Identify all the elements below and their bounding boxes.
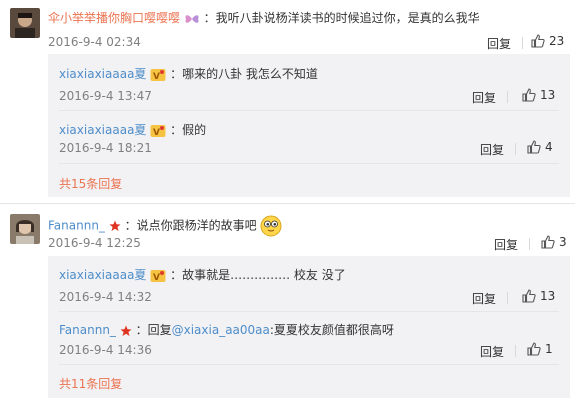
comment-username[interactable]: 伞小举举播你胸口嘤嘤嘤 (48, 11, 180, 25)
reply-text: ：假的 (170, 123, 207, 137)
divider (59, 163, 559, 164)
comment-username[interactable]: Fanannn_ (48, 219, 105, 233)
thumbs-up-icon (527, 342, 541, 356)
red-star-icon (120, 325, 132, 336)
like-count: 23 (549, 34, 565, 48)
thumbs-up-icon (522, 289, 536, 303)
like-button[interactable]: 1 (527, 342, 553, 356)
reply-button[interactable]: 回复 (487, 35, 511, 52)
divider (507, 91, 508, 103)
red-star-icon (109, 220, 121, 231)
svg-text:V: V (153, 273, 160, 283)
reply-username[interactable]: xiaxiaxiaaaa夏 (59, 123, 146, 137)
list-item: Fanannn_ ：回复@xiaxia_aa00aa:夏夏校友颜值都很高呀 (59, 321, 394, 338)
vip-badge-icon: V (150, 124, 166, 138)
reply-username[interactable]: xiaxiaxiaaaa夏 (59, 67, 146, 81)
comment-text: ：我听八卦说杨洋读书的时候追过你，是真的么我华 (203, 11, 480, 25)
butterfly-icon (185, 14, 199, 23)
like-button[interactable]: 13 (522, 88, 555, 102)
like-count: 3 (559, 235, 567, 249)
more-replies-link[interactable]: 共11条回复 (59, 375, 122, 392)
like-count: 4 (545, 140, 553, 154)
like-count: 13 (540, 289, 556, 303)
divider (515, 345, 516, 357)
reply-username[interactable]: Fanannn_ (59, 323, 116, 337)
divider (59, 311, 559, 312)
reply-username[interactable]: xiaxiaxiaaaa夏 (59, 268, 146, 282)
reply-date: 2016-9-4 14:32 (59, 290, 152, 304)
thumbs-up-icon (541, 235, 555, 249)
vip-badge-icon: V (150, 68, 166, 82)
comment-text: ：说点你跟杨洋的故事吧 (124, 218, 257, 233)
like-button[interactable]: 23 (531, 34, 564, 48)
like-count: 13 (540, 88, 556, 102)
list-item: xiaxiaxiaaaa夏 V ：哪来的八卦 我怎么不知道 (59, 65, 318, 82)
divider (522, 37, 523, 49)
vip-badge-icon: V (150, 269, 166, 283)
list-item: xiaxiaxiaaaa夏 V ：假的 (59, 121, 206, 138)
divider (529, 238, 530, 250)
thumbs-up-icon (527, 140, 541, 154)
divider (515, 143, 516, 155)
svg-text:V: V (153, 72, 160, 82)
divider (59, 364, 559, 365)
more-replies-link[interactable]: 共15条回复 (59, 175, 122, 192)
svg-text:V: V (153, 128, 160, 138)
like-button[interactable]: 3 (541, 235, 567, 249)
reply-date: 2016-9-4 13:47 (59, 89, 152, 103)
thumbs-up-icon (531, 34, 545, 48)
reply-text: :夏夏校友颜值都很高呀 (269, 323, 394, 337)
reply-button[interactable]: 回复 (494, 236, 518, 253)
avatar[interactable] (10, 8, 40, 38)
divider (59, 110, 559, 111)
reply-text: ：故事就是…………… 校友 没了 (170, 268, 346, 282)
reply-button[interactable]: 回复 (472, 89, 496, 106)
like-count: 1 (545, 342, 553, 356)
comment-date: 2016-9-4 12:25 (48, 236, 141, 250)
comment-date: 2016-9-4 02:34 (48, 35, 141, 49)
reply-button[interactable]: 回复 (472, 290, 496, 307)
smiley-emoji-icon (260, 215, 282, 237)
divider (0, 203, 575, 204)
reply-button[interactable]: 回复 (480, 141, 504, 158)
like-button[interactable]: 13 (522, 289, 555, 303)
reply-text: ：哪来的八卦 我怎么不知道 (170, 67, 318, 81)
reply-date: 2016-9-4 18:21 (59, 141, 152, 155)
list-item: xiaxiaxiaaaa夏 V ：故事就是…………… 校友 没了 (59, 266, 346, 283)
thumbs-up-icon (522, 88, 536, 102)
reply-prefix: ：回复 (135, 323, 172, 337)
avatar[interactable] (10, 214, 40, 244)
reply-button[interactable]: 回复 (480, 343, 504, 360)
mention-link[interactable]: @xiaxia_aa00aa (172, 323, 270, 337)
reply-date: 2016-9-4 14:36 (59, 343, 152, 357)
like-button[interactable]: 4 (527, 140, 553, 154)
divider (507, 292, 508, 304)
